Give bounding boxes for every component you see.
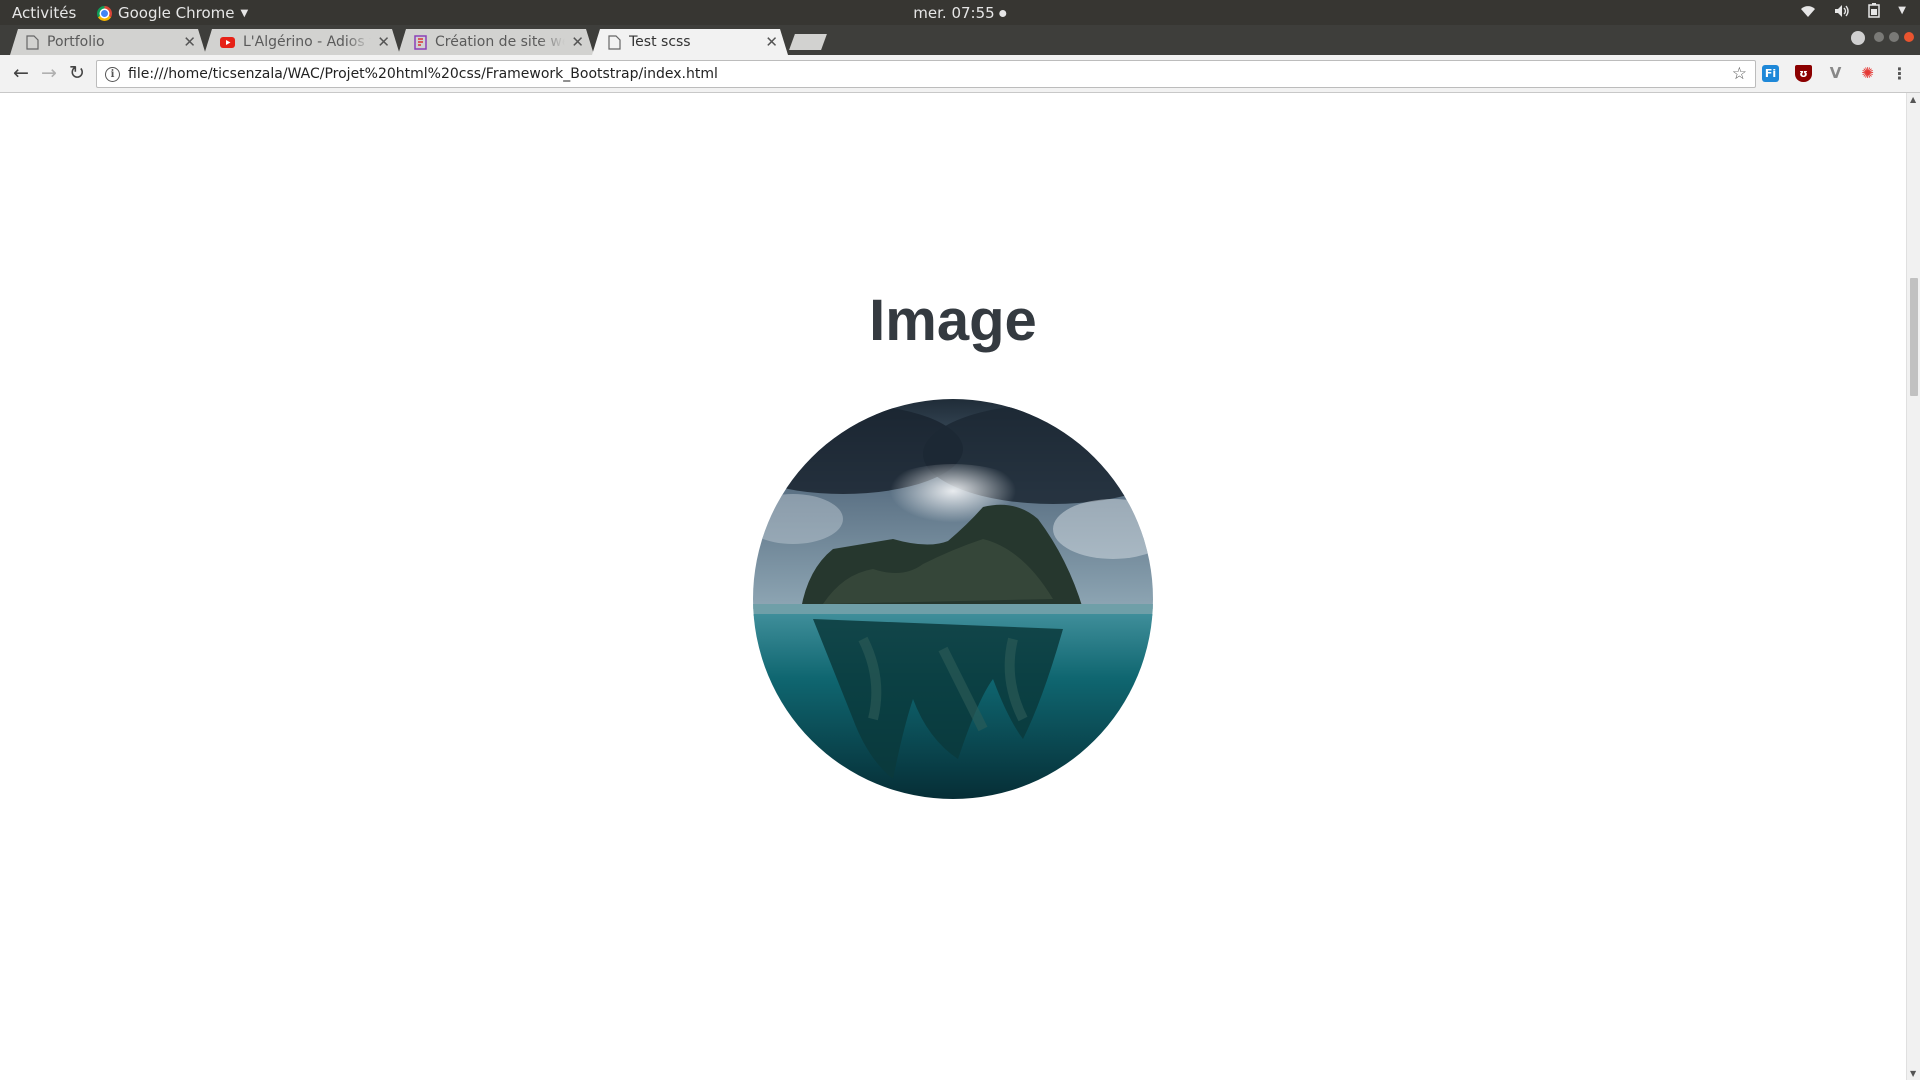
new-tab-button[interactable]	[789, 34, 827, 50]
url-text[interactable]: file:///home/ticsenzala/WAC/Projet%20htm…	[128, 66, 1732, 82]
ublock-shield-icon[interactable]: ʊ	[1795, 65, 1812, 82]
address-bar[interactable]: i file:///home/ticsenzala/WAC/Projet%20h…	[96, 60, 1756, 88]
scroll-up-arrow-icon[interactable]: ▲	[1910, 95, 1916, 104]
tab-creation-site[interactable]: Création de site we ✕	[398, 29, 594, 55]
reload-icon[interactable]: ↻	[65, 61, 89, 85]
profile-icon[interactable]	[1851, 31, 1865, 45]
clock-text: mer. 07:55	[913, 4, 995, 22]
back-arrow-icon[interactable]: ←	[9, 61, 33, 85]
vue-devtools-icon[interactable]: V	[1827, 65, 1844, 82]
system-menu-caret-icon: ▼	[1898, 5, 1906, 16]
tab-test-scss[interactable]: Test scss ✕	[592, 29, 788, 55]
volume-icon	[1835, 4, 1849, 17]
close-window-icon[interactable]	[1904, 32, 1914, 42]
document-icon	[608, 35, 621, 50]
tab-portfolio[interactable]: Portfolio ✕	[10, 29, 206, 55]
extension-bug-icon[interactable]: ✺	[1859, 65, 1876, 82]
notification-dot-icon	[999, 9, 1007, 17]
scrollbar-thumb[interactable]	[1910, 278, 1918, 396]
battery-icon	[1868, 3, 1881, 18]
wifi-icon	[1801, 5, 1816, 17]
tab-strip: Portfolio ✕ L'Algérino - Adios fi ✕ Créa…	[0, 25, 1920, 55]
maximize-icon[interactable]	[1889, 32, 1899, 42]
chrome-menu-icon[interactable]: ⋮	[1891, 65, 1908, 82]
page-heading: Image	[869, 288, 1037, 353]
system-tray[interactable]: ▼	[1800, 3, 1906, 18]
bookmark-star-icon[interactable]: ☆	[1732, 64, 1747, 84]
tab-title: Création de site we	[435, 34, 566, 50]
clock[interactable]: mer. 07:55	[913, 4, 1007, 22]
app-name: Google Chrome	[118, 4, 235, 22]
tab-title: Portfolio	[47, 34, 105, 50]
island-picture	[753, 399, 1153, 799]
caret-down-icon: ▼	[240, 7, 249, 19]
forward-arrow-icon[interactable]: →	[37, 61, 61, 85]
extension-fi-icon[interactable]: Fi	[1762, 65, 1779, 82]
page-scrollbar[interactable]: ▲ ▼	[1906, 93, 1920, 1080]
tab-youtube[interactable]: L'Algérino - Adios fi ✕	[204, 29, 400, 55]
document-icon	[26, 35, 39, 50]
tab-title: L'Algérino - Adios fi	[243, 34, 372, 50]
browser-toolbar: ← → ↻ i file:///home/ticsenzala/WAC/Proj…	[0, 55, 1920, 93]
system-top-bar: Activités Google Chrome ▼ mer. 07:55 ▼	[0, 0, 1920, 25]
close-tab-icon[interactable]: ✕	[765, 33, 778, 51]
tab-title: Test scss	[629, 34, 691, 50]
info-icon[interactable]: i	[105, 66, 120, 82]
chrome-icon	[97, 5, 112, 21]
scroll-down-arrow-icon[interactable]: ▼	[1910, 1069, 1916, 1078]
island-image	[753, 399, 1153, 799]
close-tab-icon[interactable]: ✕	[377, 33, 390, 51]
site-icon	[414, 35, 427, 50]
app-menu[interactable]: Google Chrome ▼	[97, 4, 248, 22]
youtube-icon	[220, 37, 235, 48]
minimize-icon[interactable]	[1874, 32, 1884, 42]
window-controls	[1874, 32, 1914, 42]
close-tab-icon[interactable]: ✕	[571, 33, 584, 51]
page-content: Image	[0, 93, 1906, 1080]
activities-button[interactable]: Activités	[12, 4, 76, 22]
close-tab-icon[interactable]: ✕	[183, 33, 196, 51]
